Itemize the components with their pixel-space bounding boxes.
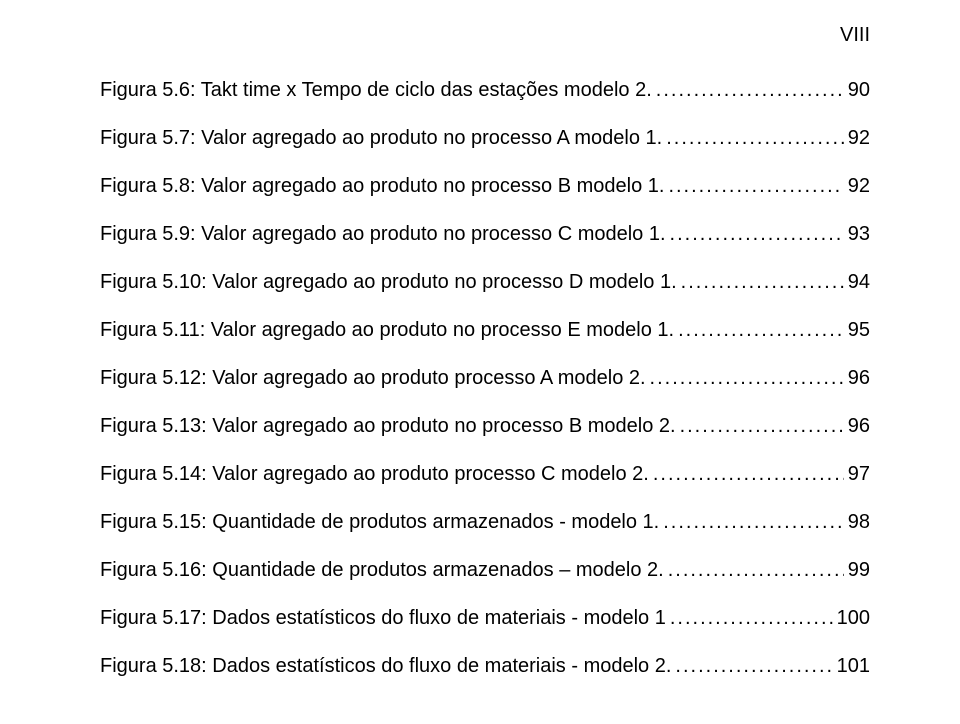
toc-entry-text: Figura 5.6: Takt time x Tempo de ciclo d… (100, 78, 652, 102)
toc-entry: Figura 5.13: Valor agregado ao produto n… (100, 414, 870, 438)
toc-dot-leader (663, 510, 844, 534)
toc-entry-text: Figura 5.12: Valor agregado ao produto p… (100, 366, 646, 390)
toc-dot-leader (675, 654, 832, 678)
toc-entry-page: 100 (837, 606, 870, 630)
toc-entry-page: 97 (848, 462, 870, 486)
toc-entry-text: Figura 5.17: Dados estatísticos do fluxo… (100, 606, 666, 630)
toc-dot-leader (670, 222, 844, 246)
document-page: VIII Figura 5.6: Takt time x Tempo de ci… (0, 0, 960, 724)
toc-entry: Figura 5.12: Valor agregado ao produto p… (100, 366, 870, 390)
toc-entry-page: 94 (848, 270, 870, 294)
toc-entry: Figura 5.18: Dados estatísticos do fluxo… (100, 654, 870, 678)
toc-dot-leader (656, 78, 844, 102)
page-roman-numeral: VIII (840, 24, 870, 47)
toc-entry: Figura 5.16: Quantidade de produtos arma… (100, 558, 870, 582)
toc-entry-page: 98 (848, 510, 870, 534)
toc-entry: Figura 5.15: Quantidade de produtos arma… (100, 510, 870, 534)
toc-entry-page: 96 (848, 414, 870, 438)
toc-entry-page: 93 (848, 222, 870, 246)
toc-dot-leader (650, 366, 844, 390)
toc-entry-text: Figura 5.8: Valor agregado ao produto no… (100, 174, 664, 198)
toc-entry-text: Figura 5.15: Quantidade de produtos arma… (100, 510, 659, 534)
toc-entry: Figura 5.14: Valor agregado ao produto p… (100, 462, 870, 486)
toc-dot-leader (681, 270, 844, 294)
toc-entry: Figura 5.8: Valor agregado ao produto no… (100, 174, 870, 198)
toc-entry-page: 90 (848, 78, 870, 102)
toc-entry: Figura 5.7: Valor agregado ao produto no… (100, 126, 870, 150)
toc-entry-page: 101 (837, 654, 870, 678)
toc-dot-leader (668, 174, 843, 198)
toc-entry-text: Figura 5.14: Valor agregado ao produto p… (100, 462, 649, 486)
toc-entry-text: Figura 5.16: Quantidade de produtos arma… (100, 558, 664, 582)
toc-entry-text: Figura 5.13: Valor agregado ao produto n… (100, 414, 676, 438)
toc-entry: Figura 5.6: Takt time x Tempo de ciclo d… (100, 78, 870, 102)
toc-dot-leader (670, 606, 833, 630)
toc-dot-leader (668, 558, 844, 582)
toc-entry-page: 99 (848, 558, 870, 582)
toc-entry-text: Figura 5.11: Valor agregado ao produto n… (100, 318, 674, 342)
toc-entry: Figura 5.17: Dados estatísticos do fluxo… (100, 606, 870, 630)
toc-entry-page: 92 (848, 126, 870, 150)
toc-entry-text: Figura 5.18: Dados estatísticos do fluxo… (100, 654, 671, 678)
toc-entry-page: 96 (848, 366, 870, 390)
toc-entry-text: Figura 5.9: Valor agregado ao produto no… (100, 222, 666, 246)
toc-entry: Figura 5.11: Valor agregado ao produto n… (100, 318, 870, 342)
toc-dot-leader (653, 462, 844, 486)
toc-entry-text: Figura 5.10: Valor agregado ao produto n… (100, 270, 677, 294)
toc-entry-text: Figura 5.7: Valor agregado ao produto no… (100, 126, 662, 150)
toc-entry-page: 92 (848, 174, 870, 198)
toc-entries: Figura 5.6: Takt time x Tempo de ciclo d… (100, 78, 870, 678)
toc-entry: Figura 5.9: Valor agregado ao produto no… (100, 222, 870, 246)
toc-entry: Figura 5.10: Valor agregado ao produto n… (100, 270, 870, 294)
toc-entry-page: 95 (848, 318, 870, 342)
toc-dot-leader (678, 318, 844, 342)
toc-dot-leader (666, 126, 844, 150)
toc-dot-leader (680, 414, 844, 438)
